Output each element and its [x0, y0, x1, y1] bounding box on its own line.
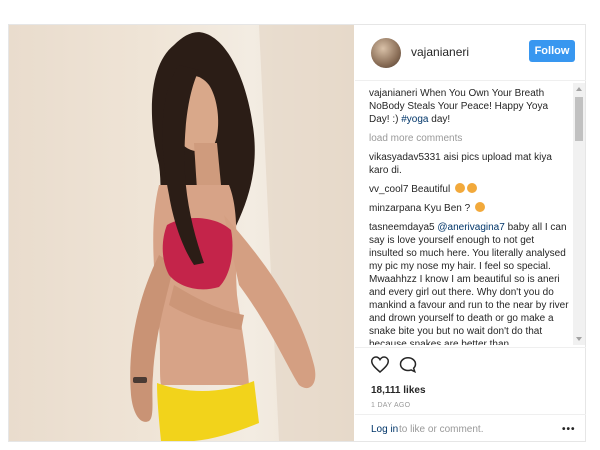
comment-user[interactable]: minzarpana: [369, 203, 421, 214]
comment-item: vv_cool7 Beautiful: [369, 183, 569, 196]
scroll-up-arrow-icon[interactable]: [573, 83, 585, 95]
heart-icon[interactable]: [371, 356, 389, 373]
likes-count[interactable]: 18,111 likes: [371, 385, 426, 396]
comment-user[interactable]: vv_cool7: [369, 184, 408, 195]
comment-text: Beautiful: [408, 184, 453, 195]
sweat-smile-emoji-icon: [474, 202, 485, 212]
caption: vajanianeri When You Own Your Breath NoB…: [369, 87, 569, 126]
comment-text: Kyu Ben ?: [421, 203, 473, 214]
comment-item: minzarpana Kyu Ben ?: [369, 202, 569, 215]
comment-item: tasneemdaya5 @anerivagina7 baby all I ca…: [369, 221, 569, 345]
caption-tail: day!: [428, 114, 451, 125]
post-photo-illustration: [130, 25, 354, 441]
comment-mention[interactable]: @anerivagina7: [437, 222, 504, 233]
heart-eyes-emoji-icon: [454, 183, 465, 193]
comment-item: vikasyadav5331 aisi pics upload mat kiya…: [369, 151, 569, 177]
comment-user[interactable]: tasneemdaya5: [369, 222, 435, 233]
post-sidebar: vajanianeri Follow vajanianeri When You …: [355, 25, 586, 441]
more-options-icon[interactable]: •••: [562, 424, 576, 435]
caption-hashtag[interactable]: #yoga: [401, 114, 428, 125]
scroll-thumb[interactable]: [575, 97, 583, 141]
post-username[interactable]: vajanianeri: [411, 45, 469, 59]
follow-button[interactable]: Follow: [529, 40, 575, 62]
comment-bubble-icon[interactable]: [399, 356, 417, 373]
login-row: Log in to like or comment. •••: [355, 414, 586, 442]
comments-list: vajanianeri When You Own Your Breath NoB…: [369, 87, 569, 345]
comment-text: baby all I can say is love yourself enou…: [369, 222, 569, 345]
avatar[interactable]: [371, 38, 401, 68]
post-actions: 18,111 likes 1 DAY AGO Log in to like or…: [355, 347, 586, 441]
load-more-comments-link[interactable]: load more comments: [369, 132, 569, 145]
comment-user[interactable]: vikasyadav5331: [369, 152, 441, 163]
login-link[interactable]: Log in: [371, 424, 398, 435]
heart-eyes-emoji-icon: [466, 183, 477, 193]
instagram-post-embed: vajanianeri Follow vajanianeri When You …: [8, 24, 586, 442]
post-header: vajanianeri Follow: [355, 25, 586, 81]
scroll-down-arrow-icon[interactable]: [573, 333, 585, 345]
login-prompt-text: to like or comment.: [399, 424, 484, 435]
post-photo[interactable]: [9, 25, 354, 441]
caption-user[interactable]: vajanianeri: [369, 88, 417, 99]
post-timestamp: 1 DAY AGO: [371, 402, 411, 409]
comments-scrollbar[interactable]: [573, 83, 585, 345]
